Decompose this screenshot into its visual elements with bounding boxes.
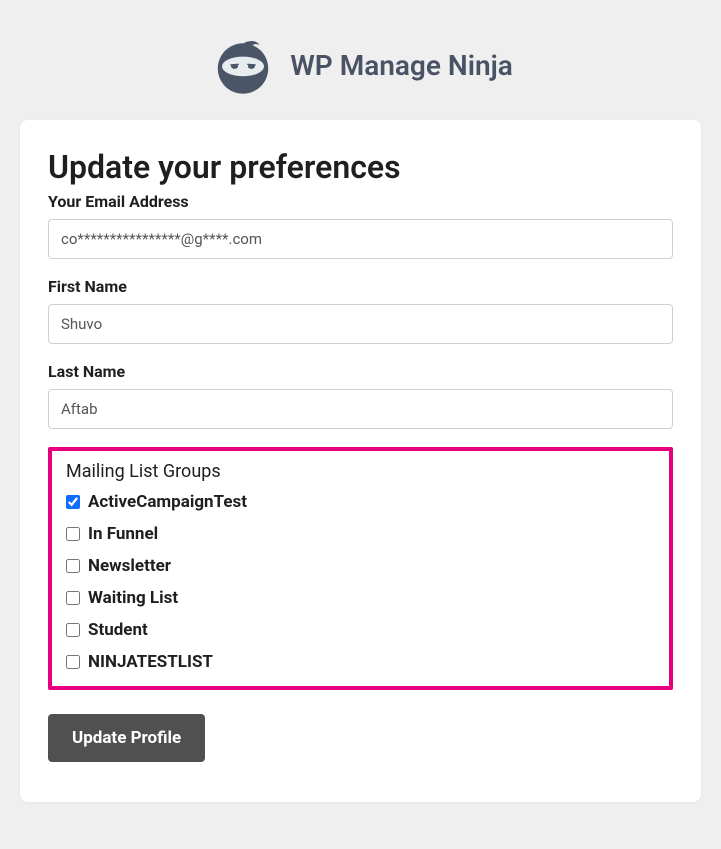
preferences-card: Update your preferences Your Email Addre… [20,120,701,802]
email-field-group: Your Email Address [48,192,673,259]
mailing-group-label[interactable]: NINJATESTLIST [88,652,213,672]
page-title: Update your preferences [48,148,673,186]
mailing-group-row: Newsletter [66,556,655,576]
mailing-group-label[interactable]: ActiveCampaignTest [88,492,247,512]
mailing-groups-title: Mailing List Groups [66,461,655,482]
email-input[interactable] [48,219,673,259]
page-header: WP Manage Ninja [20,20,701,120]
mailing-group-label[interactable]: Waiting List [88,588,178,608]
last-name-label: Last Name [48,362,673,381]
email-label: Your Email Address [48,192,673,211]
ninja-logo-icon [208,30,278,100]
update-profile-button[interactable]: Update Profile [48,714,205,762]
mailing-group-checkbox[interactable] [66,559,80,573]
mailing-group-row: ActiveCampaignTest [66,492,655,512]
mailing-group-checkbox[interactable] [66,591,80,605]
first-name-label: First Name [48,277,673,296]
mailing-groups-container: Mailing List Groups ActiveCampaignTest In… [48,447,673,690]
mailing-groups-list: ActiveCampaignTest In Funnel Newsletter Wai… [66,492,655,672]
brand-name: WP Manage Ninja [290,49,513,82]
mailing-group-row: Student [66,620,655,640]
mailing-group-checkbox[interactable] [66,527,80,541]
mailing-group-row: NINJATESTLIST [66,652,655,672]
mailing-group-label[interactable]: Student [88,620,148,640]
last-name-field-group: Last Name [48,362,673,429]
mailing-group-row: In Funnel [66,524,655,544]
mailing-group-checkbox[interactable] [66,623,80,637]
last-name-input[interactable] [48,389,673,429]
mailing-group-row: Waiting List [66,588,655,608]
mailing-group-checkbox[interactable] [66,655,80,669]
first-name-input[interactable] [48,304,673,344]
mailing-group-label[interactable]: Newsletter [88,556,171,576]
mailing-group-checkbox[interactable] [66,495,80,509]
first-name-field-group: First Name [48,277,673,344]
mailing-group-label[interactable]: In Funnel [88,524,158,544]
